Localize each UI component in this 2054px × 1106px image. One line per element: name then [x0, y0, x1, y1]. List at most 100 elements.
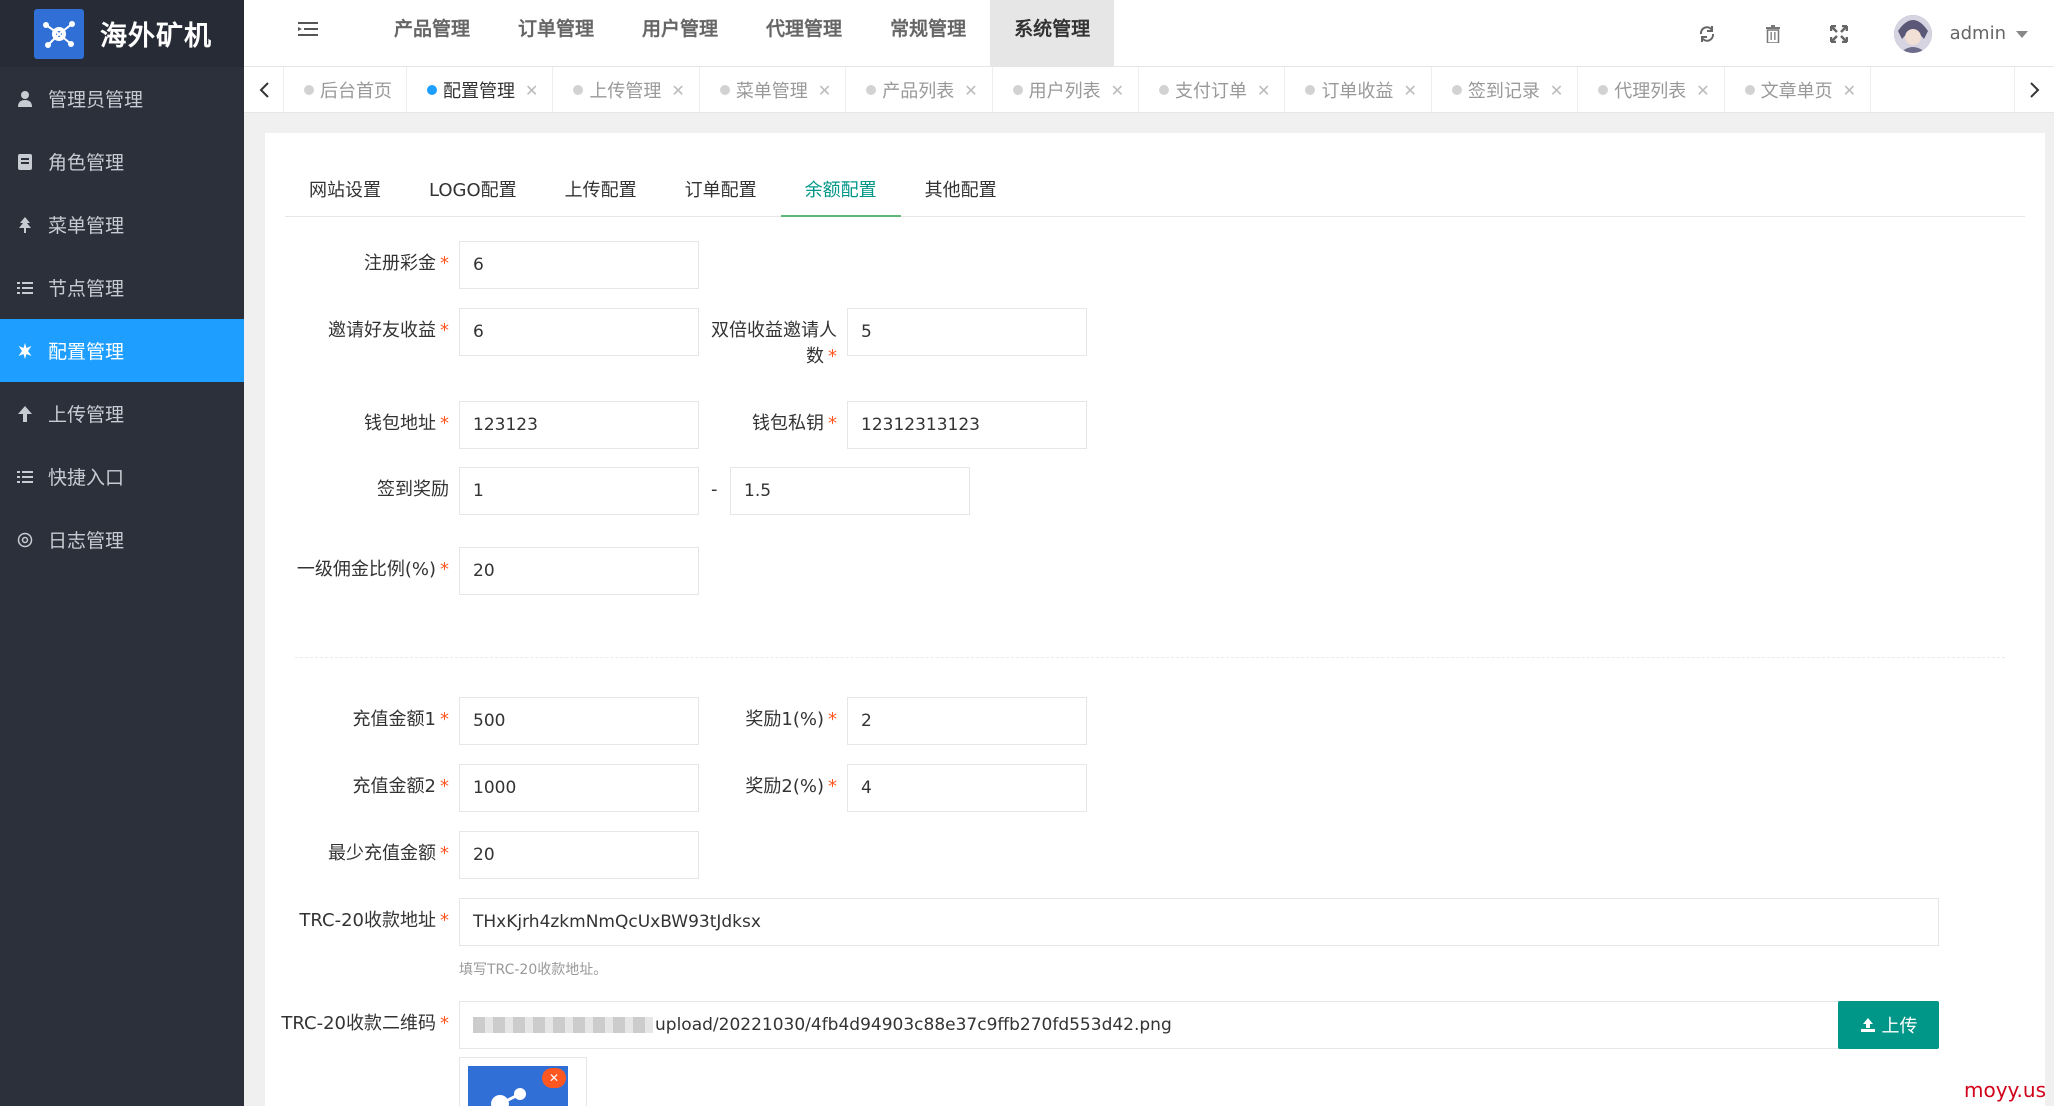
- trc20-address-input[interactable]: THxKjrh4zkmNmQcUxBW93tJdksx: [459, 898, 1939, 946]
- min-recharge-input[interactable]: 20: [459, 831, 699, 879]
- chevron-down-icon[interactable]: [2016, 24, 2028, 43]
- nav-agent[interactable]: 代理管理: [742, 0, 866, 67]
- tab-signin[interactable]: 签到记录 ✕: [1432, 67, 1579, 113]
- sidebar-item-log[interactable]: 日志管理: [0, 508, 244, 571]
- page-tabs-bar: 后台首页 配置管理 ✕ 上传管理 ✕ 菜单管理 ✕ 产品列表 ✕ 用户列表 ✕ 支付订单 ✕…: [244, 67, 2054, 113]
- tab-dot-icon: [1305, 85, 1316, 95]
- close-icon[interactable]: ✕: [525, 81, 538, 100]
- field-label: 双倍收益邀请人数 *: [711, 320, 837, 367]
- signin-reward-max-input[interactable]: 1.5: [730, 467, 970, 515]
- user-icon: [16, 90, 34, 108]
- double-invite-input[interactable]: 5: [847, 308, 1087, 356]
- sidebar-item-role[interactable]: 角色管理: [0, 130, 244, 193]
- sidebar-item-config[interactable]: 配置管理: [0, 319, 244, 382]
- header-actions: admin: [1696, 0, 2054, 67]
- tab-label: 文章单页: [1760, 81, 1833, 102]
- nav-order[interactable]: 订单管理: [494, 0, 618, 67]
- close-icon[interactable]: ✕: [1696, 81, 1709, 100]
- nav-system[interactable]: 系统管理: [990, 0, 1115, 67]
- subtab-other[interactable]: 其他配置: [901, 173, 1021, 217]
- sidebar: 海外矿机 管理员管理 角色管理 菜单管理 节点管理 配置管理 上传管理 快捷入口…: [0, 0, 244, 1106]
- field-label: 奖励2(%) *: [745, 776, 837, 797]
- sidebar-item-label: 菜单管理: [48, 215, 125, 237]
- tab-label: 签到记录: [1467, 81, 1540, 102]
- menu-toggle-icon[interactable]: [298, 20, 322, 44]
- sidebar-item-node[interactable]: 节点管理: [0, 256, 244, 319]
- field-label: 注册彩金 *: [364, 253, 449, 274]
- sidebar-item-label: 节点管理: [48, 278, 125, 300]
- reward2-input[interactable]: 4: [847, 764, 1087, 812]
- tab-order-income[interactable]: 订单收益 ✕: [1285, 67, 1432, 113]
- tab-dot-icon: [1744, 85, 1755, 95]
- tab-home[interactable]: 后台首页: [284, 67, 407, 113]
- trc20-address-hint: 填写TRC-20收款地址。: [459, 962, 608, 978]
- close-icon[interactable]: ✕: [1111, 81, 1124, 100]
- sidebar-item-label: 管理员管理: [48, 89, 144, 111]
- fullscreen-icon[interactable]: [1828, 23, 1850, 45]
- close-icon[interactable]: ✕: [1403, 81, 1416, 100]
- row-min-recharge: 最少充值金额 * 20: [279, 831, 699, 879]
- subtab-order[interactable]: 订单配置: [661, 173, 781, 217]
- wallet-key-input[interactable]: 12312313123: [847, 401, 1087, 449]
- field-label: 邀请好友收益 *: [328, 320, 449, 341]
- tab-agents[interactable]: 代理列表 ✕: [1578, 67, 1725, 113]
- tab-dot-icon: [427, 85, 437, 95]
- refresh-icon[interactable]: [1696, 23, 1718, 45]
- subtab-site[interactable]: 网站设置: [285, 173, 405, 217]
- invite-income-input[interactable]: 6: [459, 308, 699, 356]
- required-mark: *: [440, 843, 449, 864]
- tab-dot-icon: [1451, 85, 1462, 95]
- trash-icon[interactable]: [1762, 23, 1784, 45]
- close-icon[interactable]: ✕: [964, 81, 977, 100]
- reward1-input[interactable]: 2: [847, 697, 1087, 745]
- subtab-balance[interactable]: 余额配置: [780, 173, 901, 217]
- gear-icon: [16, 342, 34, 360]
- recharge1-input[interactable]: 500: [459, 697, 699, 745]
- tab-label: 菜单管理: [735, 81, 808, 102]
- close-icon[interactable]: ✕: [1550, 81, 1563, 100]
- tabs-scroll-left-icon[interactable]: [244, 67, 284, 113]
- row-register-bonus: 注册彩金 * 6: [279, 241, 699, 289]
- sidebar-item-admin[interactable]: 管理员管理: [0, 67, 244, 130]
- tab-articles[interactable]: 文章单页 ✕: [1725, 67, 1872, 113]
- register-bonus-input[interactable]: 6: [459, 241, 699, 289]
- admin-username[interactable]: admin: [1950, 23, 2006, 44]
- close-icon[interactable]: ✕: [1257, 81, 1270, 100]
- signin-reward-min-input[interactable]: 1: [459, 467, 699, 515]
- tabs-scroll-right-icon[interactable]: [2014, 67, 2054, 113]
- sidebar-menu: 管理员管理 角色管理 菜单管理 节点管理 配置管理 上传管理 快捷入口 日志管理: [0, 67, 244, 571]
- close-icon[interactable]: ✕: [818, 81, 831, 100]
- field-label: 最少充值金额 *: [328, 843, 449, 864]
- sidebar-item-upload[interactable]: 上传管理: [0, 382, 244, 445]
- sidebar-item-shortcut[interactable]: 快捷入口: [0, 445, 244, 508]
- upload-button[interactable]: 上传: [1838, 1001, 1939, 1049]
- sidebar-item-label: 日志管理: [48, 530, 125, 552]
- subtab-upload[interactable]: 上传配置: [541, 173, 661, 217]
- tab-pay-orders[interactable]: 支付订单 ✕: [1139, 67, 1286, 113]
- tab-dot-icon: [719, 85, 730, 95]
- avatar[interactable]: [1893, 14, 1932, 53]
- commission-input[interactable]: 20: [459, 547, 699, 595]
- nav-product[interactable]: 产品管理: [370, 0, 494, 67]
- close-icon[interactable]: ✕: [671, 81, 684, 100]
- nav-general[interactable]: 常规管理: [866, 0, 990, 67]
- tab-users[interactable]: 用户列表 ✕: [993, 67, 1140, 113]
- wallet-address-input[interactable]: 123123: [459, 401, 699, 449]
- required-mark: *: [440, 1013, 449, 1034]
- subtab-logo[interactable]: LOGO配置: [405, 173, 541, 217]
- trc20-qr-path-input[interactable]: upload/20221030/4fb4d94903c88e37c9ffb270…: [459, 1001, 1839, 1049]
- nav-user[interactable]: 用户管理: [618, 0, 742, 67]
- tab-menu[interactable]: 菜单管理 ✕: [700, 67, 847, 113]
- row-wallet-address: 钱包地址 * 123123: [279, 401, 699, 449]
- row-signin-reward: 签到奖励 1: [279, 467, 699, 515]
- watermark: moyy.us: [1964, 1078, 2046, 1102]
- tab-products[interactable]: 产品列表 ✕: [846, 67, 993, 113]
- tab-upload[interactable]: 上传管理 ✕: [553, 67, 700, 113]
- sidebar-item-menu[interactable]: 菜单管理: [0, 193, 244, 256]
- tree-icon: [16, 216, 34, 234]
- tab-config[interactable]: 配置管理 ✕: [407, 67, 554, 113]
- recharge2-input[interactable]: 1000: [459, 764, 699, 812]
- close-icon[interactable]: ✕: [1843, 81, 1856, 100]
- field-label: TRC-20收款二维码 *: [281, 1013, 449, 1034]
- delete-image-icon[interactable]: ✕: [542, 1068, 566, 1088]
